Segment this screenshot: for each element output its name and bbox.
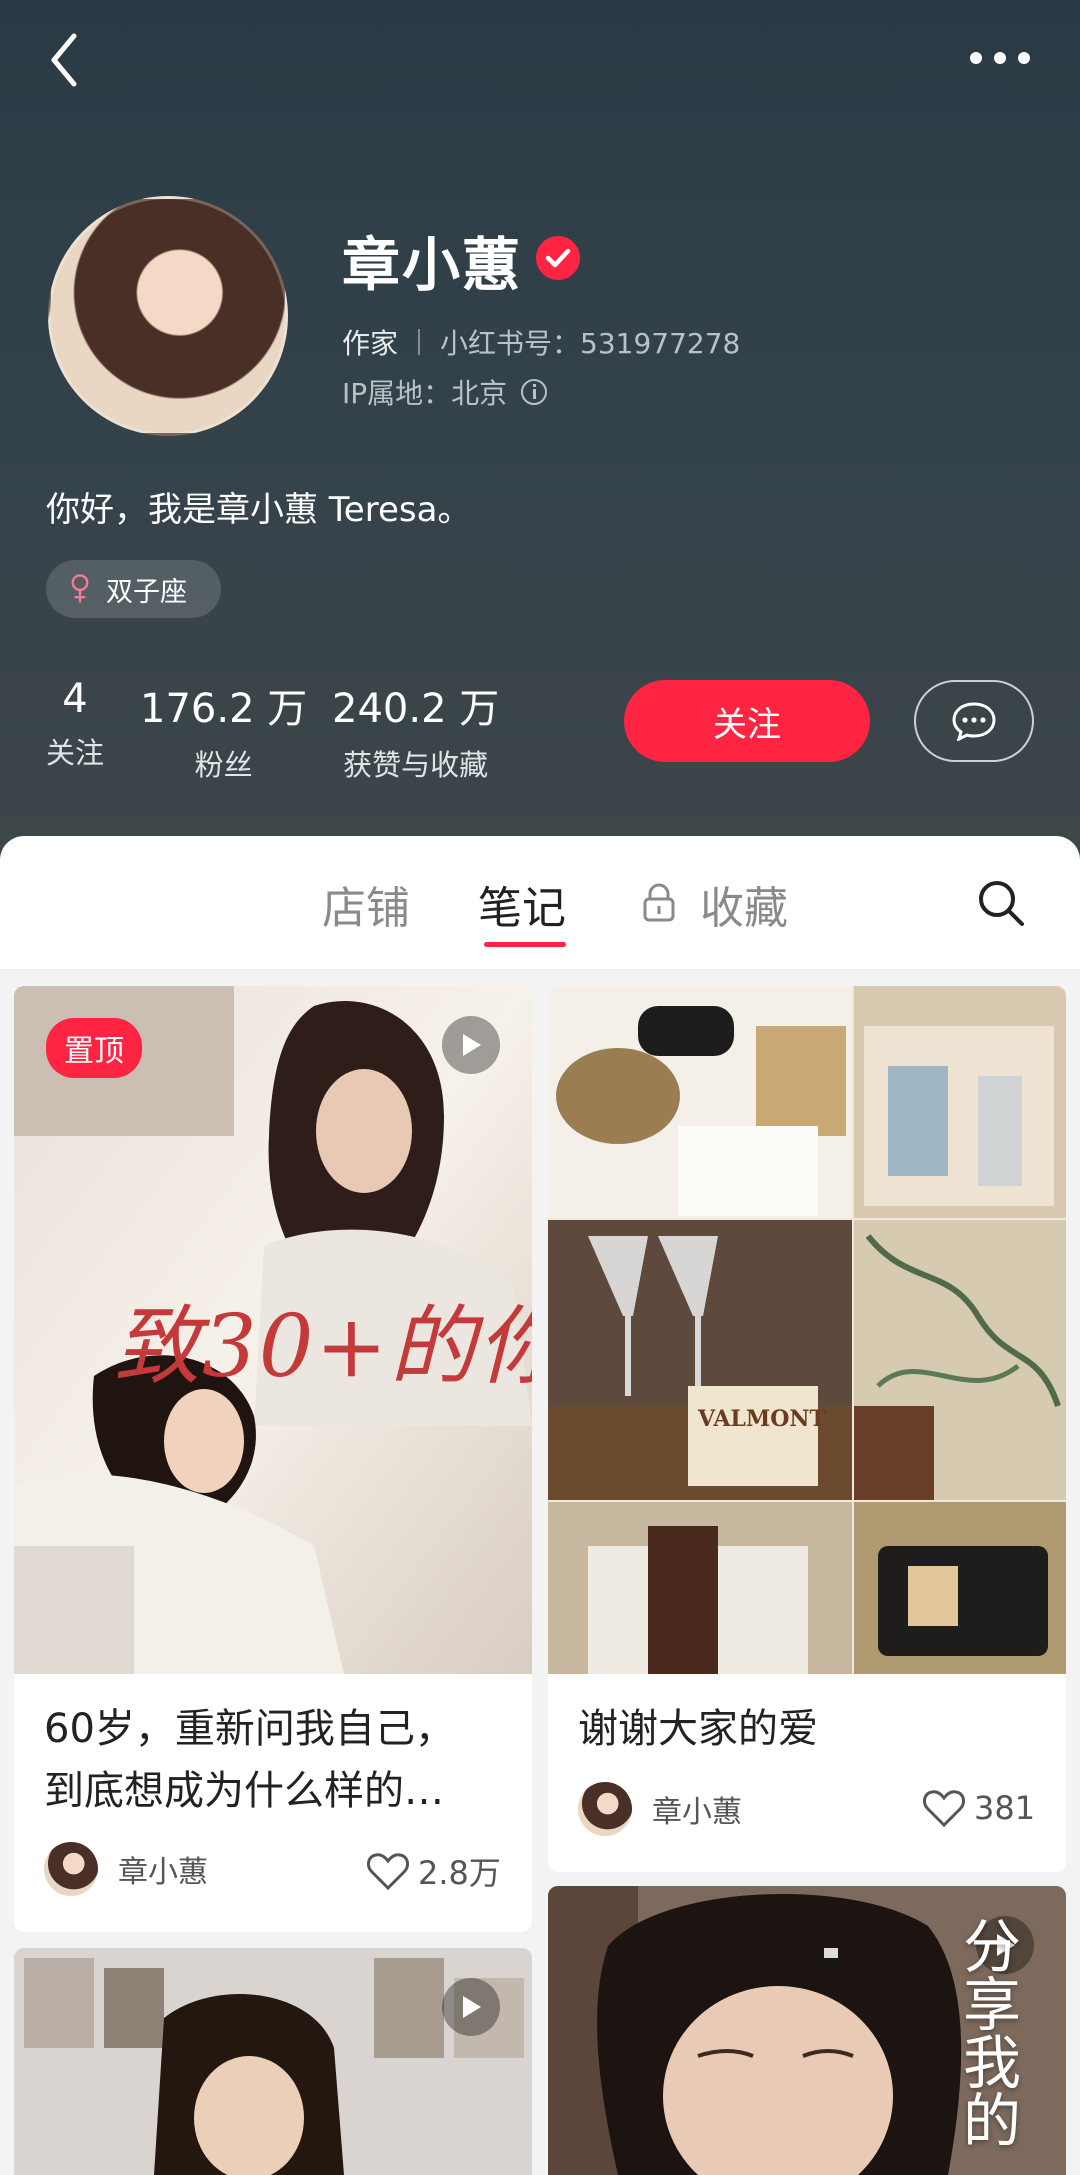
female-icon bbox=[71, 573, 90, 605]
more-icon bbox=[970, 52, 1030, 64]
tab-notes[interactable]: 笔记 bbox=[478, 872, 566, 936]
zodiac-tag: 双子座 bbox=[46, 560, 221, 618]
avatar bbox=[578, 1782, 632, 1836]
play-icon bbox=[442, 1978, 500, 2036]
note-title-line1: 60岁，重新问我自己， bbox=[44, 1706, 455, 1752]
stat-following[interactable]: 4 关注 bbox=[46, 676, 104, 772]
stat-likes-count: 240.2 万 bbox=[332, 686, 500, 732]
ip-location: IP属地：北京 bbox=[342, 372, 548, 412]
more-button[interactable] bbox=[960, 30, 1040, 90]
author-name: 章小蕙 bbox=[118, 1855, 208, 1890]
follow-button[interactable]: 关注 bbox=[624, 680, 870, 762]
note-title: 谢谢大家的爱 bbox=[578, 1706, 818, 1752]
lock-icon bbox=[643, 883, 675, 922]
note-card[interactable]: VALMONT 谢谢大家的爱 章小蕙 381 bbox=[548, 986, 1066, 1872]
tab-shop[interactable]: 店铺 bbox=[322, 872, 410, 936]
verified-icon bbox=[536, 236, 580, 280]
pinned-badge: 置顶 bbox=[46, 1018, 142, 1078]
account-id[interactable]: 小红书号：531977278 bbox=[440, 322, 740, 362]
profile-avatar[interactable] bbox=[48, 196, 288, 436]
stat-following-label: 关注 bbox=[46, 736, 105, 770]
play-icon bbox=[442, 1016, 500, 1074]
cover-overlay-text: 致30+的你 bbox=[114, 1297, 532, 1397]
profile-header: 章小蕙 作家 小红书号：531977278 IP属地：北京 你好，我是章小蕙 T… bbox=[0, 0, 1080, 880]
note-card[interactable]: 分享我的 bbox=[548, 1886, 1066, 2175]
stat-followers-label: 粉丝 bbox=[194, 748, 253, 782]
profile-name: 章小蕙 bbox=[342, 231, 523, 299]
stat-likes[interactable]: 240.2 万 获赞与收藏 bbox=[332, 676, 499, 784]
message-button[interactable] bbox=[914, 680, 1034, 762]
search-button[interactable] bbox=[976, 878, 1026, 928]
tab-favorites[interactable]: 收藏 bbox=[700, 872, 788, 936]
note-cover-image bbox=[548, 986, 1066, 1674]
info-icon[interactable] bbox=[521, 379, 548, 405]
heart-icon bbox=[367, 1853, 409, 1891]
author-name: 章小蕙 bbox=[652, 1795, 742, 1830]
note-author[interactable]: 章小蕙 bbox=[578, 1782, 742, 1836]
meta-divider bbox=[418, 329, 421, 355]
chat-icon bbox=[952, 702, 996, 741]
product-brand-label: VALMONT bbox=[698, 1406, 826, 1432]
occupation: 作家 bbox=[342, 327, 399, 360]
like-button[interactable]: 2.8万 bbox=[366, 1848, 501, 1894]
heart-icon bbox=[923, 1790, 965, 1828]
stat-likes-label: 获赞与收藏 bbox=[343, 748, 489, 782]
note-card[interactable] bbox=[14, 1948, 532, 2175]
note-title-line2: 到底想成为什么样的… bbox=[44, 1768, 444, 1814]
cover-overlay-text: 分享我的 bbox=[953, 1916, 1021, 2148]
back-button[interactable] bbox=[40, 30, 100, 90]
note-card[interactable]: 致30+的你 置顶 60岁，重新问我自己， 到底想成为什么样的… 章小蕙 2.8… bbox=[14, 986, 532, 1932]
back-icon bbox=[51, 33, 77, 87]
profile-bio: 你好，我是章小蕙 Teresa。 bbox=[46, 490, 472, 530]
tab-active-indicator bbox=[484, 942, 566, 947]
stat-following-count: 4 bbox=[62, 676, 88, 722]
stat-followers[interactable]: 176.2 万 粉丝 bbox=[140, 676, 307, 784]
like-button[interactable]: 381 bbox=[922, 1788, 1035, 1828]
ip-label: IP属地：北京 bbox=[342, 377, 508, 410]
zodiac-label: 双子座 bbox=[106, 576, 187, 608]
search-icon bbox=[979, 881, 1024, 926]
like-count: 2.8万 bbox=[418, 1854, 501, 1892]
stat-followers-count: 176.2 万 bbox=[140, 686, 308, 732]
profile-meta: 作家 小红书号：531977278 bbox=[342, 322, 740, 362]
profile-tabs: 店铺 笔记 收藏 bbox=[0, 836, 1080, 970]
note-author[interactable]: 章小蕙 bbox=[44, 1842, 208, 1896]
like-count: 381 bbox=[974, 1789, 1036, 1827]
avatar bbox=[44, 1842, 98, 1896]
